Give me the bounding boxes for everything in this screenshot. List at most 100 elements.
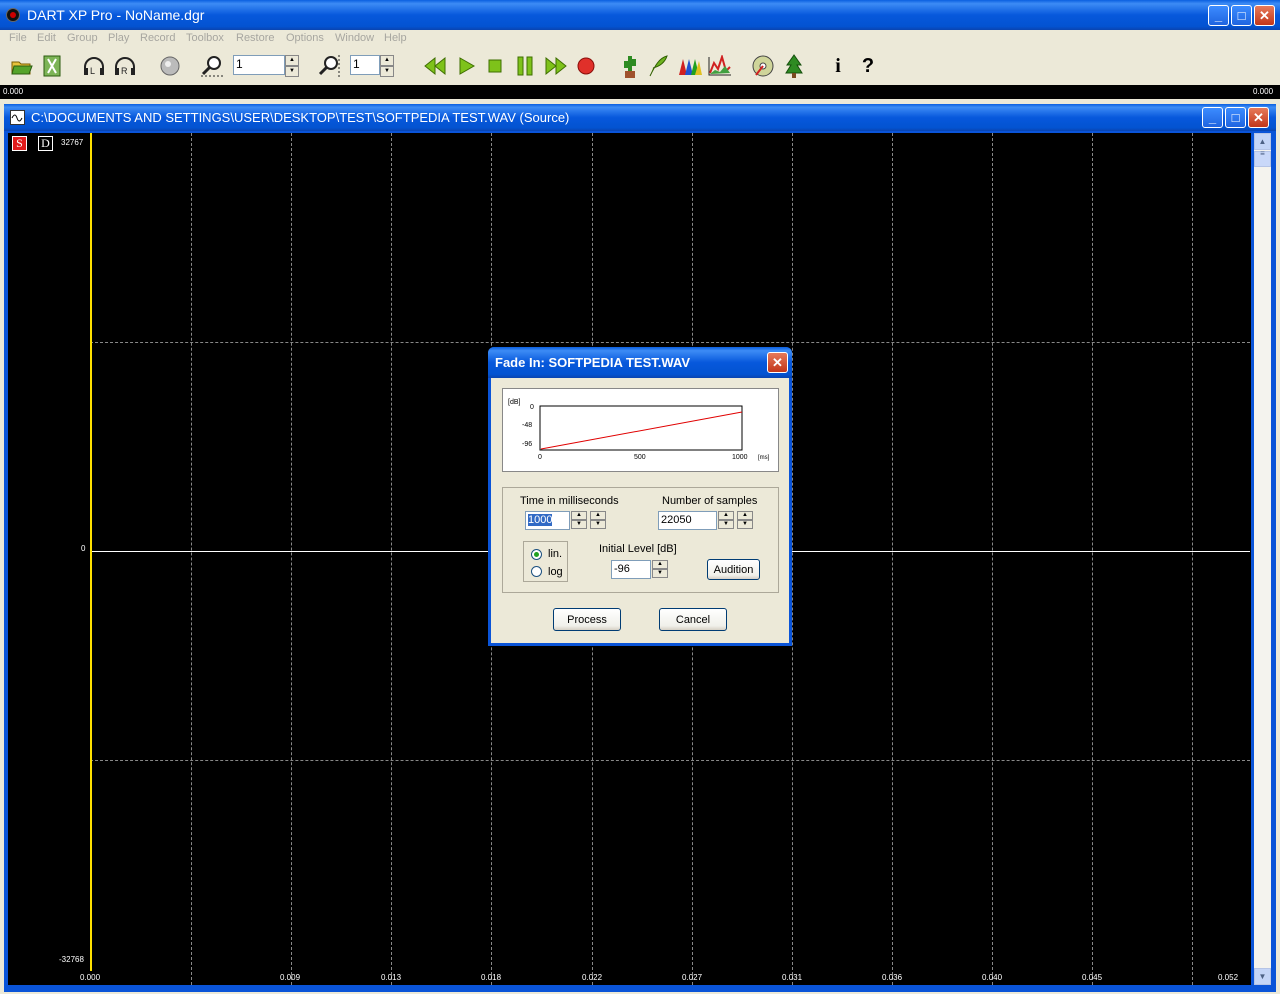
up-arrow-icon[interactable]: ▲ [737, 511, 753, 520]
scroll-down-icon[interactable]: ▼ [1254, 968, 1271, 985]
fade-curve-graph: [dB] 0 -48 -96 0 500 1000 [ms] [502, 388, 779, 472]
menu-options[interactable]: Options [286, 32, 324, 44]
headphones-l-icon[interactable]: L [80, 52, 108, 80]
menu-help[interactable]: Help [384, 32, 407, 44]
down-arrow-icon[interactable]: ▼ [590, 520, 606, 529]
tree-icon[interactable] [780, 52, 808, 80]
menu-file[interactable]: File [9, 32, 27, 44]
minimize-button[interactable]: _ [1208, 5, 1229, 26]
doc-maximize-button[interactable]: □ [1225, 107, 1246, 128]
y-label-mid: 0 [81, 544, 86, 553]
cd-icon[interactable] [749, 52, 777, 80]
menu-play[interactable]: Play [108, 32, 129, 44]
down-arrow-icon[interactable]: ▼ [652, 569, 668, 578]
play-icon[interactable] [452, 52, 480, 80]
close-button[interactable]: ✕ [1254, 5, 1275, 26]
time-input[interactable]: 1000 [525, 511, 570, 530]
grid-line [391, 133, 392, 985]
dialog-close-button[interactable]: ✕ [767, 352, 788, 373]
help-icon[interactable]: ? [854, 52, 882, 80]
source-window-titlebar[interactable]: C:\DOCUMENTS AND SETTINGS\USER\DESKTOP\T… [4, 104, 1276, 131]
vertical-scrollbar[interactable]: ▲ ≡ ▼ [1254, 133, 1271, 985]
time-stepper-b[interactable]: ▲ ▼ [590, 511, 606, 530]
menu-window[interactable]: Window [335, 32, 374, 44]
stop-circle-icon[interactable] [156, 52, 184, 80]
down-arrow-icon[interactable]: ▼ [285, 66, 299, 77]
playback-cursor[interactable] [90, 133, 92, 971]
process-button[interactable]: Process [553, 608, 621, 631]
zoom-h-input[interactable]: 1 [233, 55, 285, 75]
declick-icon[interactable] [645, 52, 673, 80]
ruler-end-label: 0.000 [1253, 87, 1274, 96]
grid-line [291, 133, 292, 985]
samples-input[interactable]: 22050 [658, 511, 717, 530]
grid-line [90, 760, 1250, 761]
doc-minimize-button[interactable]: _ [1202, 107, 1223, 128]
graph-icon[interactable] [706, 52, 734, 80]
headphones-r-icon[interactable]: R [111, 52, 139, 80]
maximize-button[interactable]: □ [1231, 5, 1252, 26]
lin-label: lin. [548, 548, 563, 560]
cancel-button[interactable]: Cancel [659, 608, 727, 631]
waveform-icon[interactable] [10, 110, 25, 125]
grid-line [992, 133, 993, 985]
zoom-v-input[interactable]: 1 [350, 55, 380, 75]
solo-button[interactable]: S [12, 136, 27, 151]
up-arrow-icon[interactable]: ▲ [571, 511, 587, 520]
scroll-up-icon[interactable]: ▲ [1254, 133, 1271, 150]
menu-restore[interactable]: Restore [236, 32, 275, 44]
ruler-start-label: 0.000 [3, 87, 24, 96]
grid-line [90, 342, 1250, 343]
down-arrow-icon[interactable]: ▼ [737, 520, 753, 529]
stop-icon[interactable] [481, 52, 509, 80]
down-arrow-icon[interactable]: ▼ [380, 66, 394, 77]
grid-line [1192, 133, 1193, 985]
graph-x-tick: 0 [538, 454, 542, 461]
menu-edit[interactable]: Edit [37, 32, 56, 44]
info-icon[interactable]: i [824, 52, 852, 80]
time-stepper-a[interactable]: ▲ ▼ [571, 511, 587, 530]
log-radio[interactable] [531, 566, 542, 577]
samples-stepper-b[interactable]: ▲ ▼ [737, 511, 753, 530]
x-label: 0.052 [1218, 973, 1239, 982]
menu-toolbox[interactable]: Toolbox [186, 32, 224, 44]
initial-level-stepper[interactable]: ▲ ▼ [652, 560, 668, 579]
time-ruler[interactable]: 0.000 0.000 [0, 85, 1280, 99]
dialog-titlebar[interactable]: Fade In: SOFTPEDIA TEST.WAV ✕ [488, 347, 792, 378]
x-label: 0.031 [782, 973, 803, 982]
menu-group[interactable]: Group [67, 32, 98, 44]
spectrum-icon[interactable] [676, 52, 704, 80]
audition-button[interactable]: Audition [707, 559, 760, 580]
down-arrow-icon[interactable]: ▼ [571, 520, 587, 529]
initial-level-input[interactable]: -96 [611, 560, 651, 579]
up-arrow-icon[interactable]: ▲ [652, 560, 668, 569]
fast-forward-icon[interactable] [542, 52, 570, 80]
scroll-thumb[interactable]: ≡ [1254, 150, 1271, 167]
cactus-icon[interactable] [616, 52, 644, 80]
graph-y-unit: [dB] [508, 399, 521, 406]
up-arrow-icon[interactable]: ▲ [285, 55, 299, 66]
x-label: 0.000 [80, 973, 101, 982]
zoom-h-stepper[interactable]: ▲ ▼ [285, 55, 299, 77]
app-titlebar[interactable]: DART XP Pro - NoName.dgr _ □ ✕ [0, 0, 1280, 30]
down-arrow-icon[interactable]: ▼ [718, 520, 734, 529]
record-icon[interactable] [572, 52, 600, 80]
graph-x-tick: 500 [634, 454, 646, 461]
samples-stepper-a[interactable]: ▲ ▼ [718, 511, 734, 530]
rewind-icon[interactable] [421, 52, 449, 80]
zoom-v-stepper[interactable]: ▲ ▼ [380, 55, 394, 77]
open-folder-icon[interactable] [8, 52, 36, 80]
zoom-horizontal-icon[interactable] [198, 52, 226, 80]
up-arrow-icon[interactable]: ▲ [718, 511, 734, 520]
lin-radio[interactable] [531, 549, 542, 560]
up-arrow-icon[interactable]: ▲ [380, 55, 394, 66]
up-arrow-icon[interactable]: ▲ [590, 511, 606, 520]
doc-close-button[interactable]: ✕ [1248, 107, 1269, 128]
zoom-vertical-icon[interactable] [315, 52, 343, 80]
app-icon[interactable] [6, 8, 20, 22]
menu-record[interactable]: Record [140, 32, 175, 44]
save-icon[interactable] [38, 52, 66, 80]
graph-y-tick: 0 [530, 404, 534, 411]
display-button[interactable]: D [38, 136, 53, 151]
pause-icon[interactable] [511, 52, 539, 80]
